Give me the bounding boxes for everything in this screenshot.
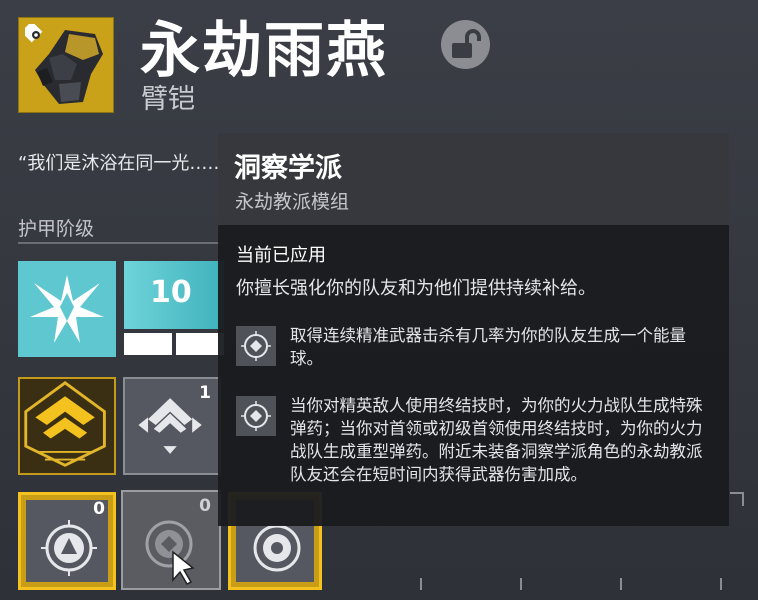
corner-bracket [520, 578, 534, 590]
applied-status: 当前已应用 [236, 245, 326, 266]
item-type: 臂铠 [141, 84, 195, 115]
slot-cost: 0 [199, 496, 211, 516]
mod-slot-general[interactable]: 1 [123, 377, 221, 475]
energy-element-icon[interactable] [18, 261, 116, 357]
armor-tier-label: 护甲阶级 [18, 218, 95, 240]
perk-description: 当你对精英敌人使用终结技时，为你的火力战队生成特殊弹药；当你对首领或初级首领使用… [290, 396, 703, 484]
arc-burst-icon [30, 275, 104, 343]
energy-segment [176, 333, 224, 355]
corner-bracket [720, 578, 734, 590]
energy-segment [124, 333, 172, 355]
tooltip-header: 洞察学派 永劫教派模组 [218, 133, 729, 225]
mod-slot-class-item[interactable] [18, 377, 116, 475]
corner-bracket [730, 492, 744, 506]
tooltip-summary: 你擅长强化你的队友和为他们提供持续补给。 [236, 278, 596, 299]
perk-icon [236, 396, 276, 436]
corner-bracket [420, 578, 434, 590]
mod-slot-artifice-1[interactable]: 0 [18, 492, 116, 590]
perk-icon [236, 326, 276, 366]
mod-slot-artifice-2[interactable]: 0 [121, 490, 221, 590]
slot-cost: 0 [93, 499, 105, 519]
perk-description: 取得连续精准武器击杀有几率为你的队友生成一个能量球。 [290, 326, 686, 368]
tooltip-subtitle: 永劫教派模组 [235, 191, 350, 213]
item-icon[interactable] [18, 17, 114, 113]
tooltip-title: 洞察学派 [234, 153, 342, 184]
mod-tooltip: 洞察学派 永劫教派模组 当前已应用 你擅长强化你的队友和为他们提供持续补给。 取… [218, 133, 729, 526]
eye-badge-icon [25, 24, 43, 43]
perk-diamond-icon [241, 331, 271, 361]
unlocked-lock-icon[interactable] [441, 20, 490, 69]
perk-diamond-icon [241, 401, 271, 431]
energy-tier-value: 10 [150, 275, 192, 310]
corner-bracket [620, 578, 634, 590]
section-divider [18, 242, 224, 244]
slot-cost: 1 [199, 383, 211, 403]
chevron-emblem-icon [24, 381, 106, 467]
